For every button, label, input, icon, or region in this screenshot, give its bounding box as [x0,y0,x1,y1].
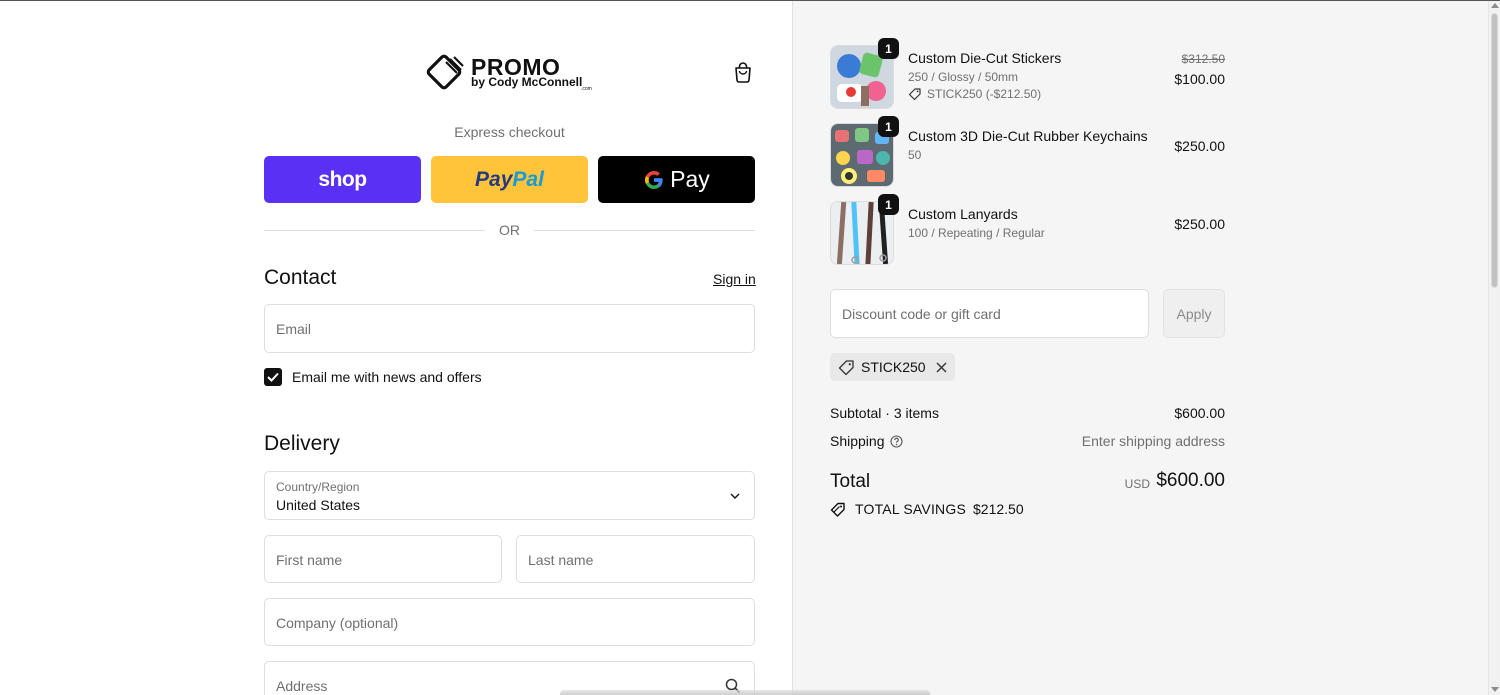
shipping-label: Shipping [830,433,885,449]
item-name: Custom Die-Cut Stickers [908,50,1062,66]
bottom-overlay-edge [560,690,930,695]
logo-domain-text: .com [581,86,592,92]
quantity-badge: 1 [878,116,899,137]
last-name-field[interactable]: Last name [516,535,755,583]
subtotal-label: Subtotal · 3 items [830,405,939,421]
savings-tag-icon [830,502,845,517]
apply-discount-button[interactable]: Apply [1163,289,1225,338]
country-label: Country/Region [276,480,360,494]
first-name-field[interactable]: First name [264,535,502,583]
google-pay-label: Pay [670,166,710,192]
store-logo[interactable]: PROMO by Cody McConnell .com [424,52,599,94]
google-pay-button[interactable]: Pay [598,156,755,203]
item-price: $250.00 [1174,216,1225,232]
paypal-label-pal: Pal [512,167,544,191]
discount-code-placeholder: Discount code or gift card [842,306,1001,322]
delivery-heading: Delivery [264,432,340,455]
total-label: Total [830,471,871,492]
news-offers-checkbox[interactable] [264,368,282,386]
paypal-button[interactable]: Pay Pal [431,156,588,203]
page-scrollbar[interactable] [1488,1,1500,695]
first-name-placeholder: First name [276,552,343,568]
email-placeholder: Email [276,321,312,337]
country-value: United States [276,497,361,513]
last-name-placeholder: Last name [528,552,594,568]
contact-heading: Contact [264,266,337,289]
tag-icon [908,88,921,101]
quantity-badge: 1 [878,38,899,59]
applied-discount-code: STICK250 [861,359,926,375]
chevron-down-icon [730,493,740,499]
subtotal-value: $600.00 [1174,405,1225,421]
sign-in-link[interactable]: Sign in [713,271,756,287]
shipping-row-label: Shipping [830,433,903,449]
total-savings: TOTAL SAVINGS $212.50 [830,501,1024,517]
paypal-label-pay: Pay [475,167,513,191]
item-name: Custom Lanyards [908,206,1018,222]
divider-line [534,230,755,231]
address-placeholder: Address [276,678,328,694]
item-price: $250.00 [1174,138,1225,154]
or-divider: OR [264,221,755,239]
item-name: Custom 3D Die-Cut Rubber Keychains [908,128,1148,144]
item-variant: 250 / Glossy / 50mm [908,70,1019,84]
item-discount: STICK250 (-$212.50) [908,87,1041,101]
scrollbar-thumb[interactable] [1491,13,1498,288]
discount-code-field[interactable]: Discount code or gift card [830,289,1149,338]
cart-item: 1 Custom Die-Cut Stickers 250 / Glossy /… [830,38,1225,111]
shop-pay-label: shop [318,167,367,191]
cart-item: 1 Custom 3D Die-Cut Rubber Keychains 50 … [830,116,1225,189]
total-value: $600.00 [1156,470,1225,491]
item-discount-text: STICK250 (-$212.50) [927,87,1042,101]
applied-discount-chip: STICK250 [830,353,955,381]
country-select[interactable]: Country/Region United States [264,471,755,520]
express-checkout-heading: Express checkout [454,124,565,140]
total-currency: USD [1124,477,1150,491]
quantity-badge: 1 [878,194,899,215]
email-field[interactable]: Email [264,304,755,353]
company-field[interactable]: Company (optional) [264,598,755,646]
scroll-down-arrow-icon[interactable] [1491,687,1499,692]
item-price: $100.00 [1174,71,1225,87]
item-original-price: $312.50 [1181,52,1225,66]
scroll-up-arrow-icon[interactable] [1491,3,1499,8]
tag-icon [838,359,854,375]
item-variant: 50 [908,148,922,162]
checkmark-icon [267,372,279,382]
news-offers-label: Email me with news and offers [292,369,482,385]
company-placeholder: Company (optional) [276,615,399,631]
news-offers-option[interactable]: Email me with news and offers [264,367,482,387]
remove-discount-icon[interactable] [936,362,947,373]
help-circle-icon[interactable] [889,434,903,448]
cart-item: 1 Custom Lanyards 100 / Repeating / Regu… [830,194,1225,267]
shopping-bag-icon[interactable] [733,61,753,83]
promo-logo-mark-icon [426,54,464,90]
logo-sub-text: by Cody McConnell [471,75,583,89]
shipping-value: Enter shipping address [1081,433,1225,449]
total-savings-label: TOTAL SAVINGS [855,501,966,517]
item-variant: 100 / Repeating / Regular [908,226,1045,240]
total-savings-value: $212.50 [973,501,1024,517]
google-g-icon [645,170,663,189]
shop-pay-button[interactable]: shop [264,156,421,203]
